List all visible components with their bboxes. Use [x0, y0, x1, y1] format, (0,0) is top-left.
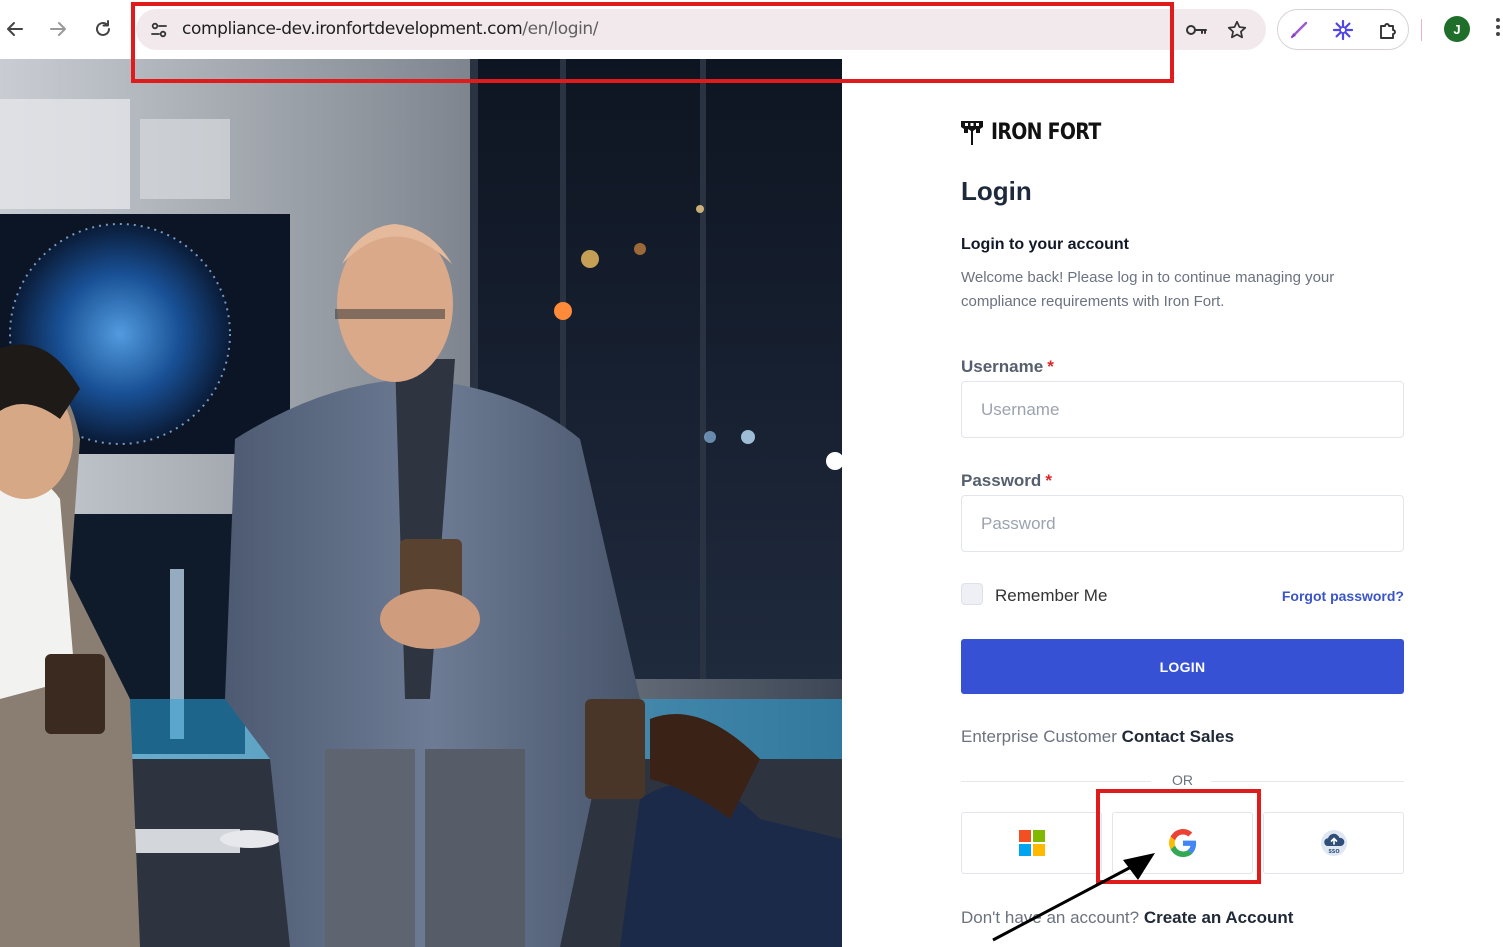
- form-description: Welcome back! Please log in to continue …: [961, 269, 1335, 310]
- site-info-button[interactable]: [144, 15, 173, 44]
- page-title: Login: [961, 176, 1032, 206]
- google-icon: [1168, 829, 1196, 857]
- profile-initial: J: [1453, 21, 1461, 37]
- pen-extension-button[interactable]: [1287, 18, 1311, 42]
- browser-toolbar: compliance-dev.ironfortdevelopment.com/e…: [0, 0, 1503, 59]
- forgot-password-link[interactable]: Forgot password?: [1282, 588, 1404, 604]
- url-host: compliance-dev.ironfortdevelopment.com: [182, 19, 523, 39]
- required-mark: *: [1047, 357, 1054, 376]
- extensions-menu-button[interactable]: [1376, 18, 1400, 42]
- signup-text: Don't have an account?: [961, 908, 1140, 927]
- arrow-right-icon: [50, 22, 66, 36]
- reload-button[interactable]: [88, 14, 118, 44]
- key-icon: [1186, 25, 1207, 35]
- password-manager-button[interactable]: [1184, 18, 1208, 42]
- brand-name: IRON FORT: [991, 120, 1101, 145]
- password-input[interactable]: [961, 495, 1404, 552]
- username-input[interactable]: [961, 381, 1404, 438]
- address-bar[interactable]: compliance-dev.ironfortdevelopment.com/e…: [136, 9, 1266, 50]
- login-panel: IRON FORT Login Login to your account We…: [961, 59, 1404, 947]
- forward-button[interactable]: [43, 14, 73, 44]
- contact-sales-link[interactable]: Contact Sales: [1122, 727, 1234, 746]
- snowflake-extension-button[interactable]: [1331, 18, 1355, 42]
- browser-menu-button[interactable]: [1494, 18, 1503, 40]
- reload-icon: [96, 20, 110, 36]
- password-label-text: Password: [961, 471, 1042, 490]
- profile-avatar[interactable]: J: [1444, 16, 1470, 42]
- password-label: Password *: [961, 471, 1052, 491]
- username-label-text: Username: [961, 357, 1044, 376]
- brand-logo[interactable]: IRON FORT: [961, 120, 1118, 145]
- url-path: /en/login/: [522, 19, 599, 39]
- toolbar-divider: [1421, 19, 1422, 41]
- create-account-link[interactable]: Create an Account: [1144, 908, 1294, 927]
- enterprise-text: Enterprise Customer: [961, 727, 1117, 746]
- tune-icon: [150, 22, 167, 37]
- arrow-left-icon: [7, 22, 23, 36]
- sso-text: SSO: [1328, 849, 1339, 855]
- sso-cloud-icon: SSO: [1320, 830, 1347, 856]
- divider-right: [1211, 781, 1404, 782]
- extensions-group: [1277, 9, 1409, 50]
- pen-icon: [1290, 21, 1308, 39]
- google-login-button[interactable]: [1112, 812, 1253, 874]
- form-subtitle: Login to your account: [961, 236, 1129, 253]
- enterprise-row: Enterprise Customer Contact Sales: [961, 727, 1234, 747]
- star-icon: [1227, 20, 1247, 39]
- required-mark: *: [1045, 471, 1052, 490]
- iron-fort-logo-icon: [961, 120, 983, 145]
- sso-login-button[interactable]: SSO: [1263, 812, 1404, 874]
- microsoft-login-button[interactable]: [961, 812, 1102, 874]
- puzzle-icon: [1380, 23, 1396, 39]
- remember-me-checkbox[interactable]: [961, 583, 983, 605]
- bookmark-button[interactable]: [1225, 18, 1249, 42]
- divider-left: [961, 781, 1151, 782]
- snowflake-icon: [1332, 19, 1354, 41]
- microsoft-icon: [1018, 830, 1045, 856]
- hero-photo: [0, 59, 842, 947]
- url-text[interactable]: compliance-dev.ironfortdevelopment.com/e…: [182, 19, 599, 39]
- back-button[interactable]: [0, 14, 30, 44]
- login-button[interactable]: LOGIN: [961, 639, 1404, 694]
- signup-row: Don't have an account? Create an Account: [961, 908, 1293, 928]
- office-team-image: [0, 59, 842, 947]
- or-divider-text: OR: [1172, 772, 1193, 788]
- username-label: Username *: [961, 357, 1054, 377]
- remember-me-label[interactable]: Remember Me: [995, 586, 1107, 606]
